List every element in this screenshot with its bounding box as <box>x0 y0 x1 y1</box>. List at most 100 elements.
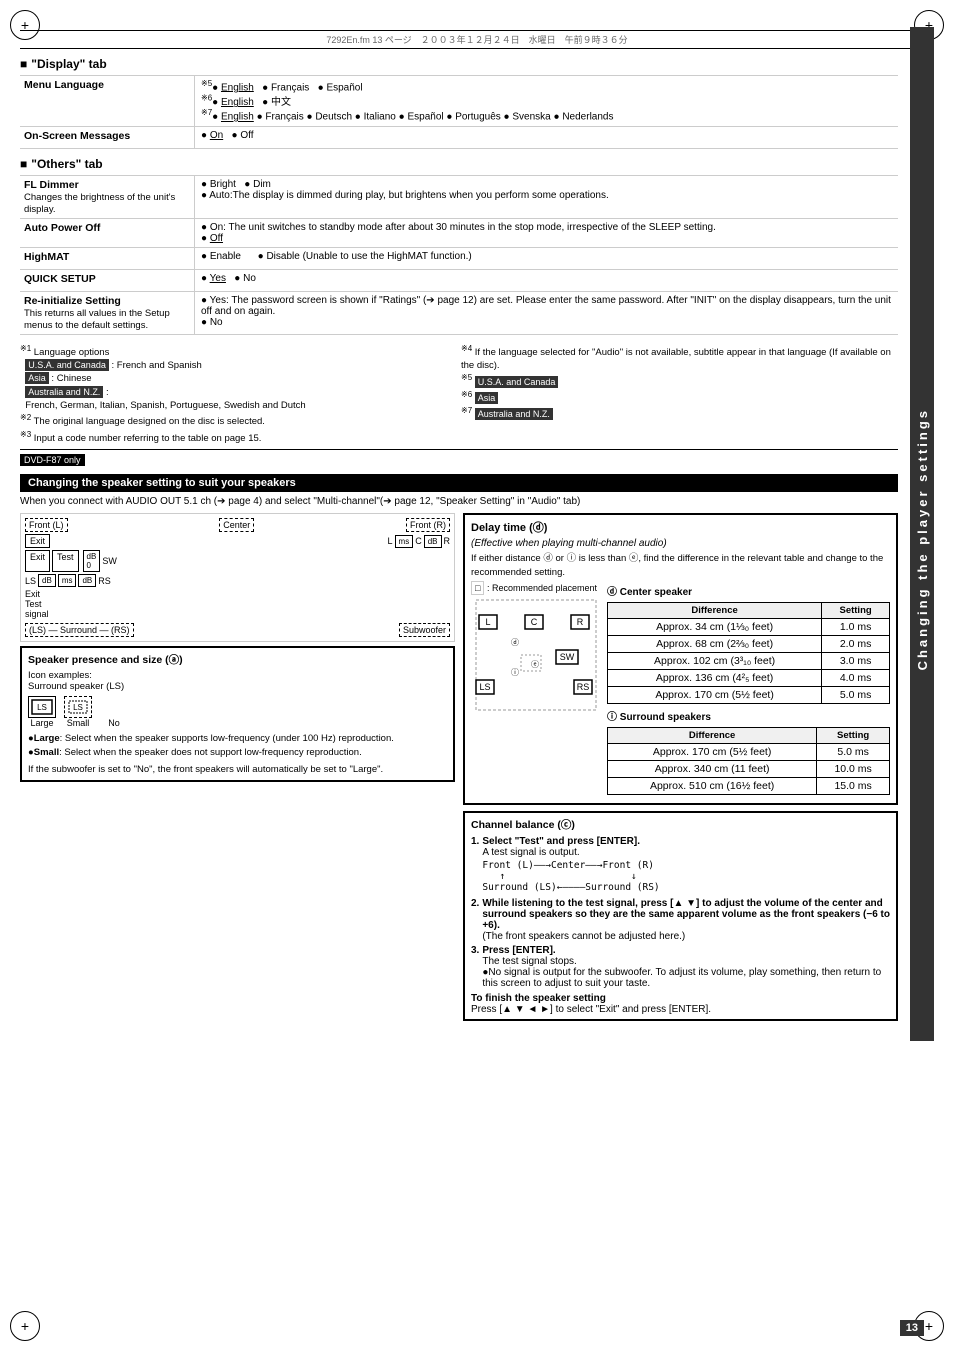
notes-section: ※1 Language options U.S.A. and Canada : … <box>20 343 898 446</box>
step-2-text: (The front speakers cannot be adjusted h… <box>482 931 685 942</box>
left-labels: Exit Testsignal <box>25 589 450 619</box>
large-icon: LS <box>28 696 56 718</box>
center-row-4: Approx. 136 cm (4²₅ feet) 4.0 ms <box>608 669 890 686</box>
exit-controls: Exit <box>25 534 50 548</box>
channel-balance-title: Channel balance (ⓒ) <box>471 817 890 832</box>
center-speaker-title: ⓓ Center speaker <box>607 583 890 598</box>
icon-examples-section: Icon examples: Surround speaker (LS) <box>28 670 447 692</box>
fl-dimmer-value: ● Bright ● Dim ● Auto:The display is dim… <box>195 176 898 218</box>
surround-speakers-title: ⓘ Surround speakers <box>607 708 890 723</box>
test-signal-text: Testsignal <box>25 599 450 619</box>
header-line: 7292En.fm 13 ページ ２００３年１２月２４日 水曜日 午前９時３６分 <box>20 30 934 49</box>
exit-button[interactable]: Exit <box>25 550 50 572</box>
speaker-presence-title: Speaker presence and size (ⓐ) <box>28 652 447 667</box>
large-label: Large <box>28 718 56 728</box>
ls-label-bottom: (LS) — Surround — (RS) <box>25 623 134 637</box>
small-icon: LS <box>64 696 92 718</box>
delay-time-box: Delay time (ⓓ) (Effective when playing m… <box>463 513 898 805</box>
l-icon: L <box>388 536 393 546</box>
left-column: Front (L) Center Front (R) Exit L <box>20 513 455 1021</box>
center-setting-5: 5.0 ms <box>822 686 890 703</box>
room-diagram-area: □ : Recommended placement L <box>471 583 601 799</box>
quick-setup-value: ● Yes ● No <box>195 270 898 291</box>
front-r-label: Front (R) <box>406 518 450 532</box>
center-diff-5: Approx. 170 cm (5½ feet) <box>608 686 822 703</box>
notes-left: ※1 Language options U.S.A. and Canada : … <box>20 343 457 446</box>
surround-diff-1: Approx. 170 cm (5½ feet) <box>608 743 817 760</box>
step-3: 3. Press [ENTER]. The test signal stops.… <box>471 945 890 989</box>
center-setting-1: 1.0 ms <box>822 618 890 635</box>
highmat-value: ● Enable ● Disable (Unable to use the Hi… <box>195 248 898 269</box>
step-3-text2: ●No signal is output for the subwoofer. … <box>482 967 881 989</box>
delay-time-title: Delay time (ⓓ) <box>471 519 890 535</box>
sidebar-text: Changing the player settings <box>915 408 930 670</box>
menu-lang-line3: ※7● English ● Français ● Deutsch ● Itali… <box>201 108 892 122</box>
surround-col1-header: Difference <box>608 727 817 743</box>
others-settings-block: FL DimmerChanges the brightness of the u… <box>20 175 898 335</box>
step-2-num: 2. <box>471 898 479 942</box>
speaker-section-title: Changing the speaker setting to suit you… <box>20 474 898 492</box>
svg-text:RS: RS <box>577 682 590 692</box>
step-1-num: 1. <box>471 836 479 895</box>
subwoofer-label: Subwoofer <box>399 623 450 637</box>
svg-text:R: R <box>577 617 584 627</box>
l-c-label: C <box>415 536 422 546</box>
step-3-content: Press [ENTER]. The test signal stops. ●N… <box>482 945 890 989</box>
center-col2-header: Setting <box>822 602 890 618</box>
page-number: 13 <box>900 1320 924 1336</box>
svg-text:C: C <box>531 617 538 627</box>
svg-text:LS: LS <box>37 703 47 712</box>
large-icon-box: LS Large <box>28 696 56 728</box>
delay-time-desc: If either distance ⓓ or ⓘ is less than ⓔ… <box>471 552 890 579</box>
center-label: Center <box>219 518 254 532</box>
no-icon <box>100 696 128 718</box>
note-right-1: ※4 If the language selected for "Audio" … <box>461 343 898 422</box>
step-2-content: While listening to the test signal, pres… <box>482 898 890 942</box>
exit-test-row: Exit Test dB0 SW <box>25 550 450 572</box>
reinitialize-label: Re-initialize SettingThis returns all va… <box>20 292 195 334</box>
test-button[interactable]: Test <box>52 550 79 572</box>
speaker-top-labels: Front (L) Center Front (R) <box>25 518 450 532</box>
small-icon-box: LS Small <box>64 696 92 728</box>
delay-content: □ : Recommended placement L <box>471 583 890 799</box>
surround-setting-1: 5.0 ms <box>817 743 890 760</box>
finish-text: Press [▲ ▼ ◄ ►] to select "Exit" and pre… <box>471 1004 711 1015</box>
subwoofer-note: If the subwoofer is set to "No", the fro… <box>28 763 447 776</box>
channel-balance-box: Channel balance (ⓒ) 1. Select "Test" and… <box>463 811 898 1021</box>
speaker-diagram: Front (L) Center Front (R) Exit L <box>20 513 455 642</box>
center-diff-4: Approx. 136 cm (4²₅ feet) <box>608 669 822 686</box>
menu-language-label: Menu Language <box>20 76 195 126</box>
db-sw-controls: dB0 SW <box>83 550 117 572</box>
r-icon: R <box>444 536 451 546</box>
delay-time-subtitle: (Effective when playing multi-channel au… <box>471 538 890 549</box>
center-row-5: Approx. 170 cm (5½ feet) 5.0 ms <box>608 686 890 703</box>
ls-label-ctrl: LS <box>25 576 36 586</box>
surround-speaker-label: Surround speaker (LS) <box>28 681 124 692</box>
speaker-section-subtitle: When you connect with AUDIO OUT 5.1 ch (… <box>20 496 898 507</box>
no-icon-box: No <box>100 696 128 728</box>
center-row-1: Approx. 34 cm (1⅓₀ feet) 1.0 ms <box>608 618 890 635</box>
sw-label: SW <box>102 556 117 566</box>
step-3-text1: The test signal stops. <box>482 956 577 967</box>
surround-diff-3: Approx. 510 cm (16½ feet) <box>608 777 817 794</box>
right-sidebar: Changing the player settings <box>910 27 934 1041</box>
center-setting-4: 4.0 ms <box>822 669 890 686</box>
center-speaker-table: Difference Setting Approx. 34 cm (1⅓₀ fe… <box>607 602 890 704</box>
center-row-2: Approx. 68 cm (2⅔₀ feet) 2.0 ms <box>608 635 890 652</box>
right-column: Delay time (ⓓ) (Effective when playing m… <box>463 513 898 1021</box>
center-setting-2: 2.0 ms <box>822 635 890 652</box>
exit-label-inner: Exit <box>25 534 50 548</box>
rs-label-ctrl: RS <box>98 576 111 586</box>
menu-language-value: ※5● English ● Français ● Español ※6● Eng… <box>195 76 898 126</box>
menu-lang-line1: ※5● English ● Français ● Español <box>201 79 892 93</box>
room-svg: L C R SW <box>471 595 601 715</box>
auto-power-off-row: Auto Power Off ● On: The unit switches t… <box>20 219 898 248</box>
speaker-presence-box: Speaker presence and size (ⓐ) Icon examp… <box>20 646 455 782</box>
l-channel-controls: L ms C dB R <box>388 535 450 548</box>
step-1-text: A test signal is output. <box>482 847 579 858</box>
icon-examples-row: LS Large LS <box>28 696 447 728</box>
exit-text: Exit <box>25 589 450 599</box>
step-3-num: 3. <box>471 945 479 989</box>
step-1: 1. Select "Test" and press [ENTER]. A te… <box>471 836 890 895</box>
test-signal-controls: LS dB ms dB RS <box>25 574 111 587</box>
